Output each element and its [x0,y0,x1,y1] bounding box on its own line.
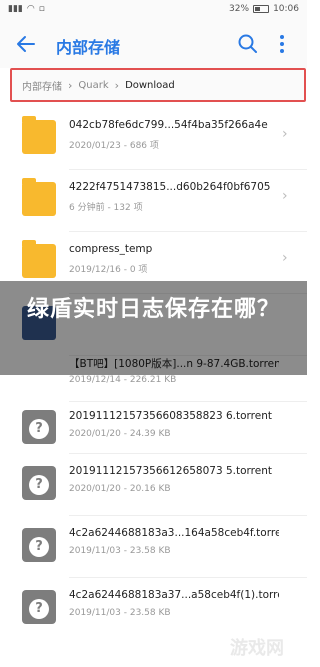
folder-icon [22,178,56,216]
unknown-file-icon: ? [22,410,56,444]
battery-percent: 32% [229,4,250,14]
battery-icon [253,5,270,13]
wifi-icon: ◠ [26,4,35,14]
more-button[interactable] [270,32,294,56]
file-name: 4c2a6244688183a3...164a58ceb4f.torrent [69,527,279,539]
chevron-right-icon: › [114,78,120,92]
file-name: compress_temp [69,243,153,255]
signal-icon: ▮▮▮ [8,4,23,14]
chevron-right-icon: › [282,188,288,204]
list-item[interactable]: ? 4c2a6244688183a37...a58ceb4f(1).torren… [0,578,307,640]
list-item[interactable]: ? 4c2a6244688183a3...164a58ceb4f.torrent… [0,516,307,578]
more-vertical-icon [280,35,284,53]
file-meta: 2020/01/23 - 686 项 [69,141,159,151]
arrow-left-icon [17,36,35,52]
headline-text: 绿盾实时日志保存在哪？ [26,297,280,322]
unknown-file-icon: ? [22,528,56,562]
page-title: 内部存储 [56,38,121,57]
back-button[interactable] [14,32,38,56]
app-bar: 内部存储 [0,20,307,68]
file-meta: 6 分钟前 - 132 项 [69,203,143,213]
folder-icon [22,240,56,278]
breadcrumb-item-quark[interactable]: Quark [78,80,108,91]
chevron-right-icon: › [68,78,73,92]
file-name: 20191112157356608358823 6.torrent [69,410,272,422]
clock: 10:06 [273,4,299,14]
file-meta: 2019/12/16 - 0 项 [69,265,148,275]
file-name: 4c2a6244688183a37...a58ceb4f(1).torrent [69,589,279,601]
list-item[interactable]: ? 20191112157356608358823 6.torrent 2020… [0,402,307,454]
file-name: 20191112157356612658073 5.torrent [69,465,272,477]
list-item[interactable]: ? 20191112157356612658073 5.torrent 2020… [0,454,307,516]
list-item[interactable]: 042cb78fe6dc799...54f4ba35f266a4e 2020/0… [0,108,307,170]
site-watermark: 游戏网 [230,638,284,659]
file-meta: 2020/01/20 - 24.39 KB [69,429,171,439]
search-icon [238,34,257,53]
file-meta: 2020/01/20 - 20.16 KB [69,484,171,494]
file-meta: 2019/11/03 - 23.58 KB [69,546,171,556]
notification-icon: ▫ [38,4,45,14]
chevron-right-icon: › [282,250,288,266]
chevron-right-icon: › [282,126,288,142]
folder-icon [22,116,56,154]
search-button[interactable] [236,32,260,56]
unknown-file-icon: ? [22,466,56,500]
unknown-file-icon: ? [22,590,56,624]
status-bar: ▮▮▮ ◠ ▫ 32% 10:06 [0,0,307,20]
headline-banner: 绿盾实时日志保存在哪？ [0,281,307,375]
file-name: 042cb78fe6dc799...54f4ba35f266a4e [69,119,268,131]
list-item[interactable]: 4222f4751473815...d60b264f0bf6705 6 分钟前 … [0,170,307,232]
file-name: 4222f4751473815...d60b264f0bf6705 [69,181,271,193]
breadcrumb: 内部存储 › Quark › Download [10,68,306,102]
file-meta: 2019/12/14 - 226.21 KB [69,375,177,385]
file-meta: 2019/11/03 - 23.58 KB [69,608,171,618]
breadcrumb-item-internal-storage[interactable]: 内部存储 [22,78,62,93]
breadcrumb-item-download[interactable]: Download [125,80,175,91]
